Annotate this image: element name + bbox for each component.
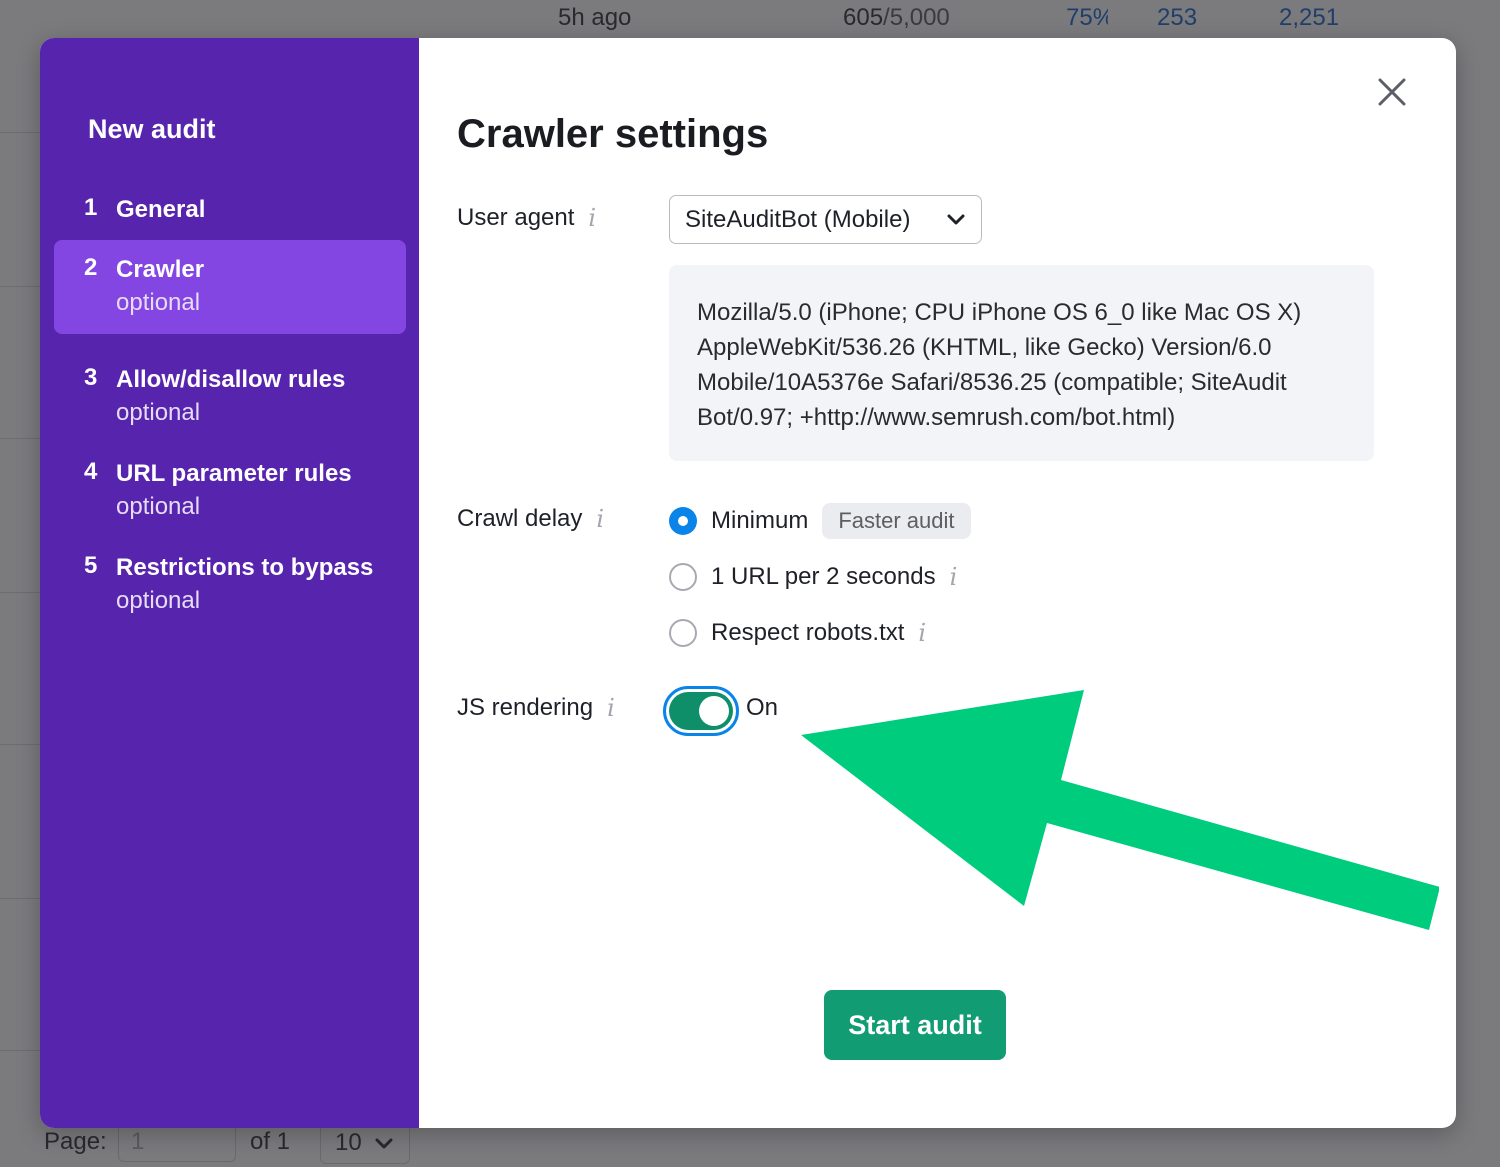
audit-steps-sidebar: New audit 1 General 2 Crawler optional 3…: [40, 38, 419, 1128]
info-icon[interactable]: i: [918, 619, 926, 647]
user-agent-label: User agent i: [457, 204, 596, 232]
step-optional-label: optional: [116, 399, 201, 426]
step-label: Restrictions to bypass: [116, 554, 374, 581]
step-optional-label: optional: [116, 587, 201, 614]
option-label: 1 URL per 2 seconds: [711, 563, 936, 590]
step-label: Allow/disallow rules: [116, 366, 346, 393]
step-label: URL parameter rules: [116, 460, 352, 487]
info-icon[interactable]: i: [607, 694, 615, 722]
step-restrictions-to-bypass[interactable]: 5 Restrictions to bypass optional: [54, 538, 406, 632]
info-icon[interactable]: i: [596, 505, 604, 533]
background-pagination: Page: 1 of 1 10: [0, 1124, 1500, 1167]
site-health-percent[interactable]: 75%: [1066, 4, 1108, 32]
sidebar-title: New audit: [88, 114, 216, 144]
per-page-select[interactable]: 10: [320, 1124, 410, 1164]
toggle-track: [669, 692, 733, 730]
faster-audit-badge: Faster audit: [822, 503, 971, 539]
step-general[interactable]: 1 General: [54, 180, 406, 228]
step-number: 1: [84, 194, 98, 221]
start-audit-button[interactable]: Start audit: [824, 990, 1006, 1060]
step-allow-disallow-rules[interactable]: 3 Allow/disallow rules optional: [54, 350, 406, 444]
per-page-value: 10: [335, 1129, 362, 1156]
page-number-input[interactable]: 1: [118, 1124, 236, 1162]
radio-button[interactable]: [669, 563, 697, 591]
step-optional-label: optional: [116, 289, 201, 316]
step-optional-label: optional: [116, 493, 201, 520]
info-icon[interactable]: i: [950, 563, 958, 591]
crawl-delay-option-minimum[interactable]: Minimum Faster audit: [669, 503, 971, 539]
step-label: Crawler: [116, 256, 205, 283]
background-grid-lines: [0, 40, 40, 1167]
chevron-down-icon: [375, 1138, 393, 1149]
step-number: 4: [84, 458, 98, 485]
page-title: Crawler settings: [457, 112, 769, 156]
radio-button[interactable]: [669, 619, 697, 647]
js-rendering-label-text: JS rendering: [457, 694, 594, 721]
close-icon: [1378, 78, 1406, 106]
page-total: of 1: [250, 1128, 291, 1155]
steps-list: 1 General 2 Crawler optional 3 Allow/dis…: [54, 180, 406, 632]
crawl-delay-label-text: Crawl delay: [457, 505, 583, 532]
step-number: 3: [84, 364, 98, 391]
crawler-settings-panel: Crawler settings User agent i SiteAuditBo…: [419, 38, 1456, 1128]
user-agent-select[interactable]: SiteAuditBot (Mobile): [669, 195, 982, 244]
step-crawler[interactable]: 2 Crawler optional: [54, 240, 406, 334]
info-icon[interactable]: i: [588, 204, 596, 232]
warnings-count[interactable]: 2,251: [1279, 4, 1339, 32]
js-rendering-toggle[interactable]: [663, 686, 739, 736]
option-label: Minimum: [711, 507, 809, 534]
user-agent-string: Mozilla/5.0 (iPhone; CPU iPhone OS 6_0 l…: [669, 265, 1374, 461]
option-label: Respect robots.txt: [711, 619, 905, 646]
chevron-down-icon: [947, 214, 965, 225]
last-audit-time: 5h ago: [558, 4, 632, 31]
crawl-delay-option-respect-robots[interactable]: Respect robots.txt i: [669, 615, 926, 651]
arrow-annotation: [801, 690, 1439, 930]
user-agent-selected-value: SiteAuditBot (Mobile): [685, 206, 911, 233]
background-table-row: 5h ago 605/5,000 75% 253 2,251: [0, 0, 1500, 38]
page-label: Page:: [44, 1128, 107, 1155]
pages-crawled: 605/5,000: [843, 4, 950, 31]
user-agent-label-text: User agent: [457, 204, 575, 231]
crawl-delay-label: Crawl delay i: [457, 505, 604, 533]
crawl-delay-option-1-url-per-2-seconds[interactable]: 1 URL per 2 seconds i: [669, 559, 957, 595]
close-button[interactable]: [1374, 74, 1410, 110]
errors-count[interactable]: 253: [1157, 4, 1197, 32]
step-url-parameter-rules[interactable]: 4 URL parameter rules optional: [54, 444, 406, 538]
step-label: General: [116, 196, 206, 223]
radio-button-checked[interactable]: [669, 507, 697, 535]
step-number: 5: [84, 552, 98, 579]
js-rendering-label: JS rendering i: [457, 694, 615, 722]
toggle-knob: [699, 696, 729, 726]
step-number: 2: [84, 254, 98, 281]
new-audit-modal: New audit 1 General 2 Crawler optional 3…: [40, 38, 1456, 1128]
js-rendering-state: On: [746, 694, 779, 721]
